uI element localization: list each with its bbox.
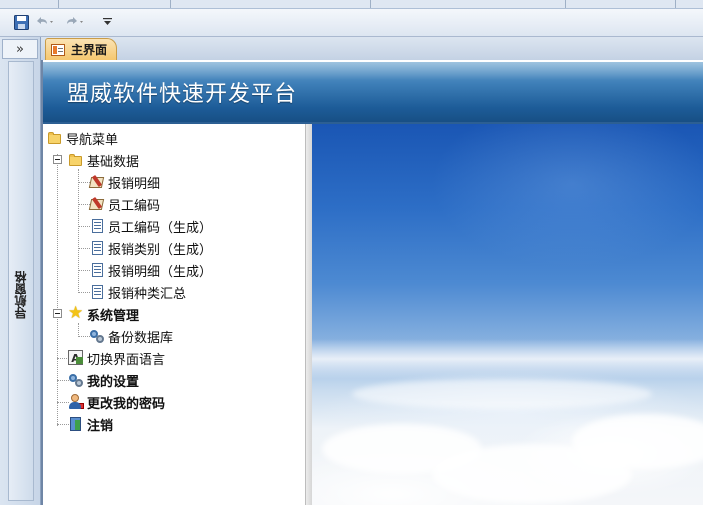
tree-item-basic-data[interactable]: 基础数据: [68, 150, 139, 170]
report-icon: [89, 240, 105, 256]
customize-qat-icon[interactable]: [100, 13, 114, 31]
quick-access-toolbar: [0, 9, 703, 37]
tree-item-label: 我的设置: [87, 374, 140, 390]
tree-item-logout[interactable]: 注销: [68, 414, 113, 434]
expand-toggle-basic-data[interactable]: [53, 155, 62, 164]
star-icon: [68, 303, 84, 323]
user-key-icon: [68, 394, 84, 410]
tree-item-label: 报销明细（生成）: [108, 264, 213, 280]
gear-icon: [89, 328, 105, 344]
form-icon: [89, 196, 105, 212]
tree-root-label: 导航菜单: [66, 132, 119, 148]
tree-item-label: 报销种类汇总: [108, 286, 187, 302]
tree-item-employee-code-generated[interactable]: 员工编码（生成）: [89, 216, 212, 236]
tree-item-label: 注销: [87, 418, 114, 434]
folder-open-icon: [47, 130, 63, 146]
tree-item-expense-detail[interactable]: 报销明细: [89, 172, 160, 192]
tree-root[interactable]: 导航菜单: [47, 128, 118, 148]
nav-pane-label: 导航窗格: [0, 260, 40, 330]
tree-item-label: 员工编码（生成）: [108, 220, 213, 236]
document-tab-bar: [41, 37, 703, 61]
tree-item-expense-detail-generated[interactable]: 报销明细（生成）: [89, 260, 212, 280]
navigation-tree: 导航菜单 基础数据 报销明细 员工编码 员工编码（生成） 报销类别（生成） 报销…: [43, 124, 306, 505]
nav-pane-toggle-button[interactable]: »: [2, 39, 38, 59]
tab-main-label: 主界面: [71, 43, 108, 57]
tree-item-label: 基础数据: [87, 154, 140, 170]
tree-item-switch-language[interactable]: 切换界面语言: [68, 348, 165, 368]
report-icon: [89, 284, 105, 300]
nav-pane-label-text: 导航窗格: [13, 271, 28, 319]
redo-icon[interactable]: [64, 13, 86, 31]
tree-item-expense-category-generated[interactable]: 报销类别（生成）: [89, 238, 212, 258]
tree-item-label: 报销类别（生成）: [108, 242, 213, 258]
tree-item-system-admin[interactable]: 系统管理: [68, 303, 140, 324]
report-icon: [89, 262, 105, 278]
tree-item-label: 更改我的密码: [87, 396, 166, 412]
folder-open-icon: [68, 152, 84, 168]
app-title: 盟威软件快速开发平台: [67, 82, 298, 107]
tree-item-label: 系统管理: [87, 308, 140, 324]
save-icon[interactable]: [12, 13, 30, 31]
expand-toggle-system-admin[interactable]: [53, 309, 62, 318]
tree-item-my-settings[interactable]: 我的设置: [68, 370, 139, 390]
tree-item-label: 员工编码: [108, 198, 161, 214]
tree-item-label: 报销明细: [108, 176, 161, 192]
tree-item-change-password[interactable]: 更改我的密码: [68, 392, 165, 412]
undo-icon[interactable]: [34, 13, 56, 31]
logout-icon: [68, 416, 84, 432]
form-icon: [89, 174, 105, 190]
sky-clouds-image: [312, 124, 703, 505]
tree-item-expense-type-summary[interactable]: 报销种类汇总: [89, 282, 186, 302]
form-header: 盟威软件快速开发平台: [43, 62, 703, 123]
tree-item-label: 备份数据库: [108, 330, 174, 346]
settings-icon: [68, 372, 84, 388]
tree-item-employee-code[interactable]: 员工编码: [89, 194, 160, 214]
report-icon: [89, 218, 105, 234]
tree-panel-border: [305, 124, 312, 505]
tab-main[interactable]: 主界面: [45, 38, 117, 60]
tree-item-backup-database[interactable]: 备份数据库: [89, 326, 173, 346]
form-icon: [51, 43, 65, 56]
tree-item-label: 切换界面语言: [87, 352, 166, 368]
ribbon-remnant: [0, 0, 703, 9]
nav-toggle-label: »: [16, 41, 24, 57]
language-icon: [68, 350, 84, 366]
